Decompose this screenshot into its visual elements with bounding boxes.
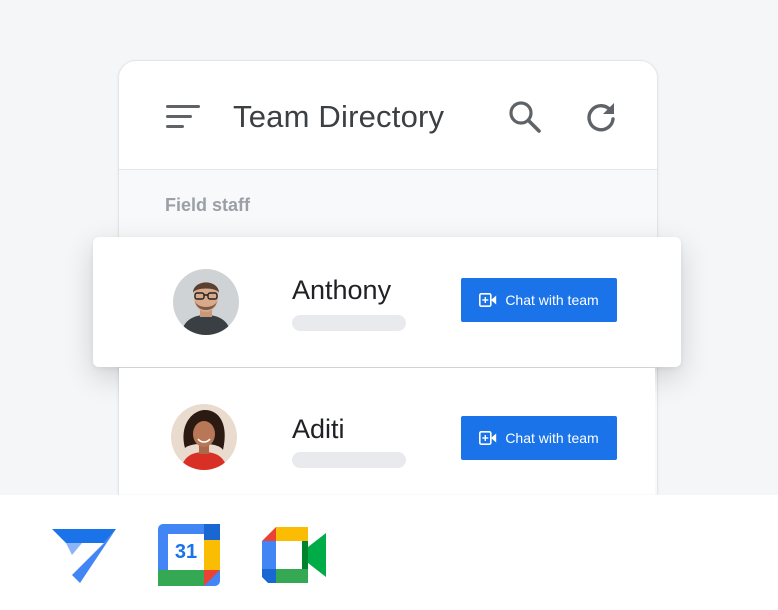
app-bar: Team Directory	[119, 61, 657, 170]
section-label: Field staff	[165, 195, 251, 215]
appsheet-logo	[52, 529, 116, 583]
avatar	[173, 269, 239, 335]
refresh-icon[interactable]	[583, 99, 619, 135]
list-item[interactable]: Aditi Chat with team	[119, 368, 655, 494]
menu-icon[interactable]	[166, 105, 200, 129]
page-title: Team Directory	[233, 99, 445, 134]
avatar	[171, 404, 237, 470]
chat-with-team-button[interactable]: Chat with team	[461, 278, 617, 322]
chat-button-label: Chat with team	[505, 430, 599, 446]
person-name: Anthony	[292, 275, 392, 305]
chat-with-team-button[interactable]: Chat with team	[461, 416, 617, 460]
search-icon[interactable]	[507, 99, 543, 135]
video-chat-icon	[479, 431, 497, 445]
placeholder-bar	[292, 315, 406, 331]
chat-button-label: Chat with team	[505, 292, 599, 308]
person-name: Aditi	[292, 414, 345, 444]
google-meet-logo	[262, 527, 326, 583]
video-chat-icon	[479, 293, 497, 307]
calendar-day: 31	[174, 540, 198, 563]
list-item[interactable]: Anthony Chat with team	[93, 237, 681, 367]
google-calendar-logo: 31	[158, 524, 220, 586]
placeholder-bar	[292, 452, 406, 468]
